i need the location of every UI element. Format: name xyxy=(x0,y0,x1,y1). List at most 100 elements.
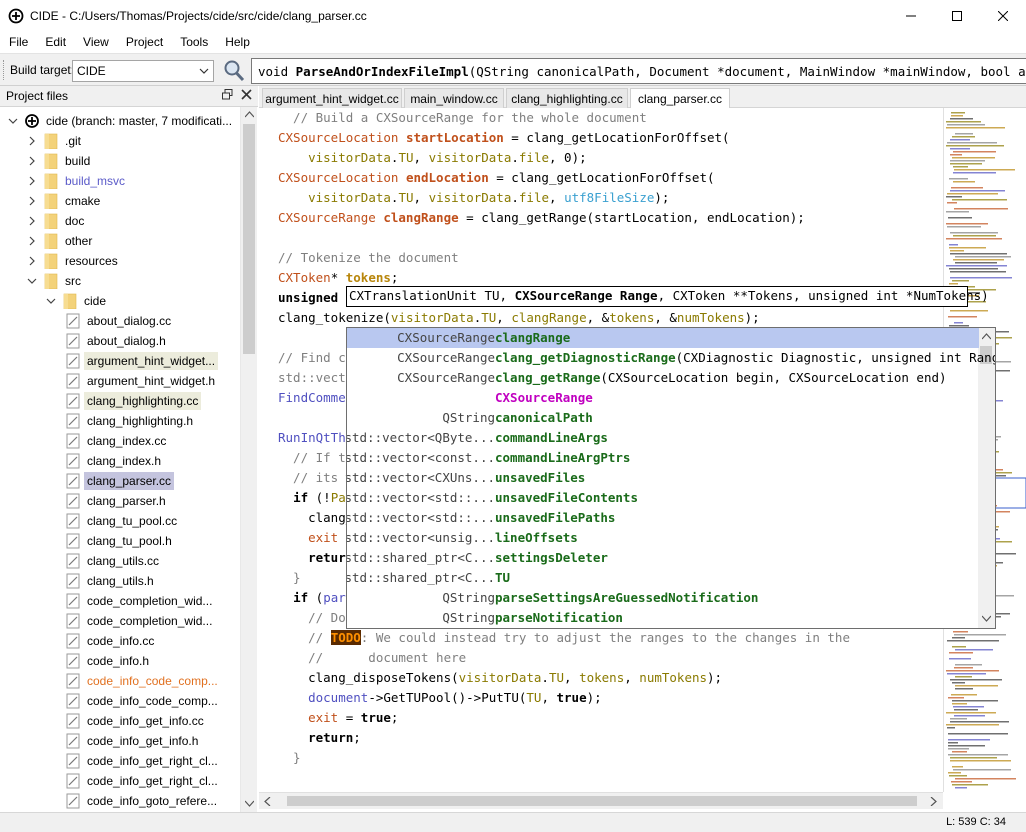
tree-file-item[interactable]: clang_highlighting.h xyxy=(65,411,196,431)
code-token: = clang_getLocationForOffset( xyxy=(503,130,730,145)
tree-file-item[interactable]: code_completion_wid... xyxy=(65,611,215,631)
completion-scrollbar[interactable] xyxy=(978,328,995,628)
completion-item[interactable]: CXSourceRange clangRange xyxy=(347,328,979,348)
tree-folder-item[interactable]: doc xyxy=(27,211,87,231)
code-completion-popup[interactable]: CXSourceRange clangRange CXSourceRange clan… xyxy=(346,327,996,629)
tree-folder-item[interactable]: cide xyxy=(46,291,109,311)
completion-item[interactable]: std::vector<QByte... commandLineArgs xyxy=(347,428,979,448)
menu-help[interactable]: Help xyxy=(216,35,258,49)
tree-folder-item[interactable]: build xyxy=(27,151,93,171)
project-tree[interactable]: cide (branch: master, 7 modificati... .gi… xyxy=(0,107,240,812)
undock-icon[interactable] xyxy=(222,89,233,100)
code-line: if (pars xyxy=(278,588,353,608)
tree-file-item[interactable]: code_info_get_info.cc xyxy=(65,711,207,731)
scroll-up-icon[interactable] xyxy=(982,333,991,341)
expand-arrow-right-icon[interactable] xyxy=(27,176,37,186)
completion-item[interactable]: CXSourceRange clang_getDiagnosticRange(CX… xyxy=(347,348,995,368)
expand-arrow-down-icon[interactable] xyxy=(46,296,56,306)
menu-tools[interactable]: Tools xyxy=(171,35,216,49)
tree-file-item[interactable]: code_info_goto_refere... xyxy=(65,791,220,811)
tree-folder-item[interactable]: other xyxy=(27,231,95,251)
tree-item-label: doc xyxy=(65,214,85,228)
code-line: exit = xyxy=(278,528,353,548)
expand-arrow-right-icon[interactable] xyxy=(27,216,37,226)
scroll-left-icon[interactable] xyxy=(264,797,272,806)
completion-item[interactable]: CXSourceRange clang_getRange(CXSourceLoca… xyxy=(347,368,979,388)
completion-item[interactable]: std::vector<std::... unsavedFileContents xyxy=(347,488,979,508)
tree-file-item[interactable]: about_dialog.cc xyxy=(65,311,174,331)
tab-clang-parser[interactable]: clang_parser.cc xyxy=(630,88,730,109)
tree-file-item[interactable]: argument_hint_widget.h xyxy=(65,371,218,391)
code-token: true xyxy=(360,710,391,725)
tree-file-item[interactable]: argument_hint_widget... xyxy=(65,351,219,371)
tree-folder-item[interactable]: cmake xyxy=(27,191,103,211)
tree-file-item[interactable]: clang_utils.h xyxy=(65,571,157,591)
menu-project[interactable]: Project xyxy=(117,35,171,49)
tree-folder-item[interactable]: .git xyxy=(27,131,84,151)
tree-file-item[interactable]: code_info.cc xyxy=(65,631,157,651)
tree-file-item[interactable]: code_info.h xyxy=(65,651,152,671)
scroll-up-icon[interactable] xyxy=(245,111,254,119)
tree-scrollbar[interactable] xyxy=(240,107,257,812)
completion-item[interactable]: std::vector<CXUns... unsavedFiles xyxy=(347,468,979,488)
expand-arrow-right-icon[interactable] xyxy=(27,236,37,246)
expand-arrow-right-icon[interactable] xyxy=(27,136,37,146)
expand-arrow-right-icon[interactable] xyxy=(27,256,37,266)
tab-argument-hint-widget[interactable]: argument_hint_widget.cc xyxy=(262,88,402,108)
search-button[interactable] xyxy=(221,58,247,84)
expand-arrow-right-icon[interactable] xyxy=(27,196,37,206)
panel-close-icon[interactable] xyxy=(241,89,252,100)
tree-file-item[interactable]: clang_index.h xyxy=(65,451,164,471)
tree-file-item[interactable]: clang_tu_pool.h xyxy=(65,531,175,551)
hscroll-thumb[interactable] xyxy=(287,796,917,806)
expand-arrow-right-icon[interactable] xyxy=(27,156,37,166)
tree-folder-item[interactable]: src xyxy=(27,271,84,291)
tree-folder-item[interactable]: cide (branch: master, 7 modificati... xyxy=(8,111,235,131)
scroll-down-icon[interactable] xyxy=(245,800,254,808)
completion-item[interactable]: std::vector<unsig... lineOffsets xyxy=(347,528,979,548)
menu-edit[interactable]: Edit xyxy=(36,35,74,49)
tree-folder-item[interactable]: resources xyxy=(27,251,121,271)
tree-file-item[interactable]: about_dialog.h xyxy=(65,331,169,351)
completion-item[interactable]: std::vector<const... commandLineArgPtrs xyxy=(347,448,979,468)
tree-file-item[interactable]: clang_utils.cc xyxy=(65,551,162,571)
scroll-right-icon[interactable] xyxy=(930,797,938,806)
tree-folder-item[interactable]: build_msvc xyxy=(27,171,128,191)
completion-item[interactable]: QString canonicalPath xyxy=(347,408,979,428)
tree-file-item[interactable]: clang_tu_pool.cc xyxy=(65,511,180,531)
folder-icon xyxy=(44,273,58,289)
tree-file-item[interactable]: code_info_get_info.h xyxy=(65,731,201,751)
expand-arrow-down-icon[interactable] xyxy=(27,276,37,286)
tree-file-item[interactable]: clang_highlighting.cc xyxy=(65,391,202,411)
tree-file-item[interactable]: code_info_get_right_cl... xyxy=(65,751,221,771)
tab-clang-highlighting[interactable]: clang_highlighting.cc xyxy=(506,88,628,108)
completion-item[interactable]: std::vector<std::... unsavedFilePaths xyxy=(347,508,979,528)
close-button[interactable] xyxy=(980,0,1026,31)
completion-item[interactable]: QString parseNotification xyxy=(347,608,979,628)
tree-file-item[interactable]: code_info_get_right_cl... xyxy=(65,771,221,791)
completion-item[interactable]: CXSourceRange xyxy=(347,388,979,408)
scroll-down-icon[interactable] xyxy=(982,615,991,623)
maximize-button[interactable] xyxy=(934,0,980,31)
code-token: visitorData xyxy=(390,310,474,325)
signature-field[interactable]: void ParseAndOrIndexFileImpl(QString can… xyxy=(251,58,1026,84)
tree-file-item[interactable]: clang_parser.h xyxy=(65,491,169,511)
tab-main-window[interactable]: main_window.cc xyxy=(404,88,504,108)
completion-item[interactable]: std::shared_ptr<C... TU xyxy=(347,568,979,588)
tree-file-item[interactable]: clang_parser.cc xyxy=(65,471,175,491)
tree-file-item[interactable]: clang_index.cc xyxy=(65,431,169,451)
tree-scroll-thumb[interactable] xyxy=(243,124,255,354)
menu-file[interactable]: File xyxy=(0,35,36,49)
menu-view[interactable]: View xyxy=(74,35,117,49)
tree-file-item[interactable]: code_info_code_comp... xyxy=(65,691,221,711)
toolbar-grip[interactable] xyxy=(3,60,5,80)
tree-file-item[interactable]: code_info_code_comp... xyxy=(65,671,221,691)
completion-item[interactable]: std::shared_ptr<C... settingsDeleter xyxy=(347,548,979,568)
tree-file-item[interactable]: code_completion_wid... xyxy=(65,591,215,611)
completion-item[interactable]: QString parseSettingsAreGuessedNotificati… xyxy=(347,588,979,608)
editor-hscrollbar[interactable] xyxy=(259,792,943,809)
expand-arrow-down-icon[interactable] xyxy=(8,116,18,126)
build-target-select[interactable]: CIDE xyxy=(72,60,214,82)
minimize-button[interactable] xyxy=(888,0,934,31)
